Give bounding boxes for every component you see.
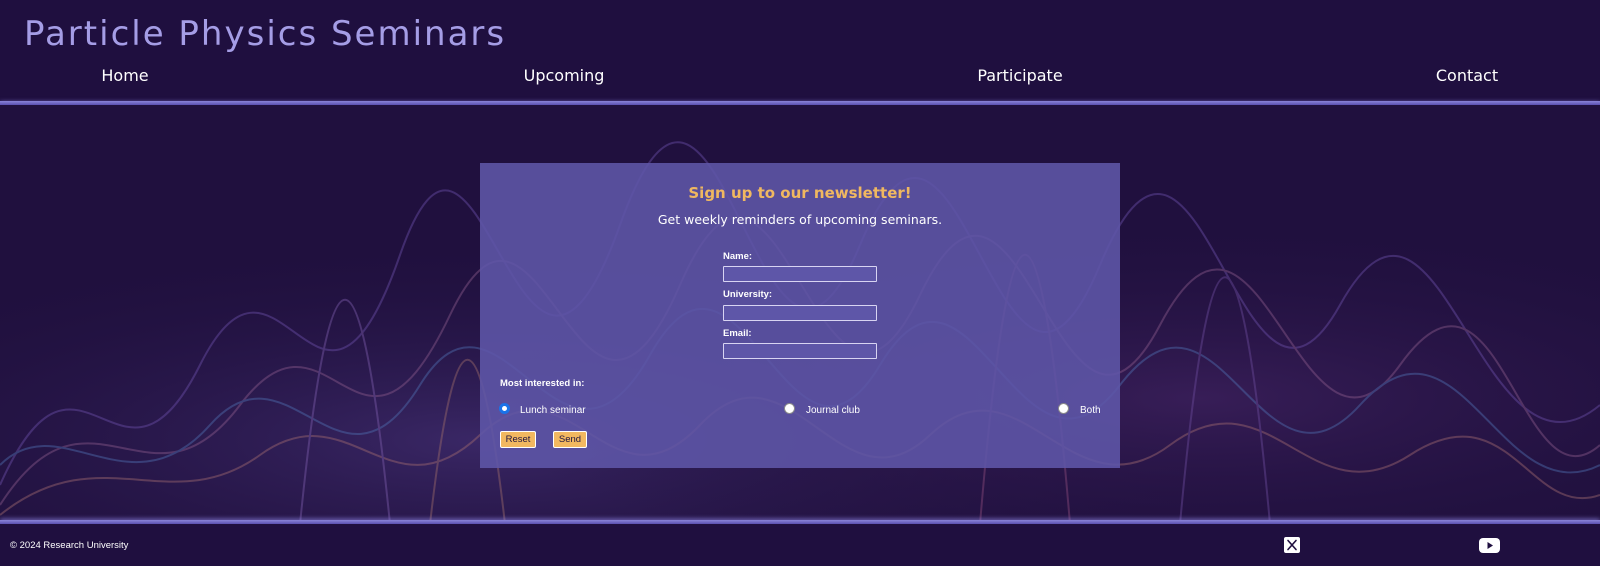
youtube-play-glyph-icon bbox=[1487, 542, 1493, 549]
copyright-text: © 2024 Research University bbox=[10, 540, 129, 551]
name-input[interactable] bbox=[723, 266, 877, 282]
nav-home-link[interactable]: Home bbox=[101, 66, 148, 85]
nav-upcoming-link[interactable]: Upcoming bbox=[524, 66, 605, 85]
nav-contact-link[interactable]: Contact bbox=[1436, 66, 1498, 85]
email-input[interactable] bbox=[723, 343, 877, 359]
newsletter-card: Sign up to our newsletter! Get weekly re… bbox=[480, 163, 1120, 468]
interest-label: Most interested in: bbox=[500, 378, 585, 389]
university-label: University: bbox=[723, 289, 773, 300]
nav-participate-link[interactable]: Participate bbox=[977, 66, 1062, 85]
both-radio[interactable] bbox=[1058, 403, 1069, 414]
university-input[interactable] bbox=[723, 305, 877, 321]
site-footer: © 2024 Research University bbox=[0, 524, 1600, 566]
both-label: Both bbox=[1080, 405, 1101, 416]
email-label: Email: bbox=[723, 328, 752, 339]
journal-club-radio[interactable] bbox=[784, 403, 795, 414]
site-header: Particle Physics Seminars Home Upcoming … bbox=[0, 0, 1600, 103]
youtube-icon[interactable] bbox=[1479, 538, 1500, 553]
site-title: Particle Physics Seminars bbox=[24, 14, 507, 54]
reset-button[interactable]: Reset bbox=[500, 431, 536, 448]
x-logo-glyph-icon bbox=[1287, 539, 1297, 551]
name-label: Name: bbox=[723, 251, 753, 262]
x-icon[interactable] bbox=[1284, 537, 1300, 553]
lunch-seminar-radio[interactable] bbox=[499, 403, 510, 414]
send-button[interactable]: Send bbox=[553, 431, 587, 448]
newsletter-subheading: Get weekly reminders of upcoming seminar… bbox=[657, 212, 943, 227]
lunch-seminar-label: Lunch seminar bbox=[520, 405, 586, 416]
newsletter-heading: Sign up to our newsletter! bbox=[688, 184, 912, 202]
journal-club-label: Journal club bbox=[806, 405, 860, 416]
main-nav: Home Upcoming Participate Contact bbox=[0, 66, 1600, 92]
